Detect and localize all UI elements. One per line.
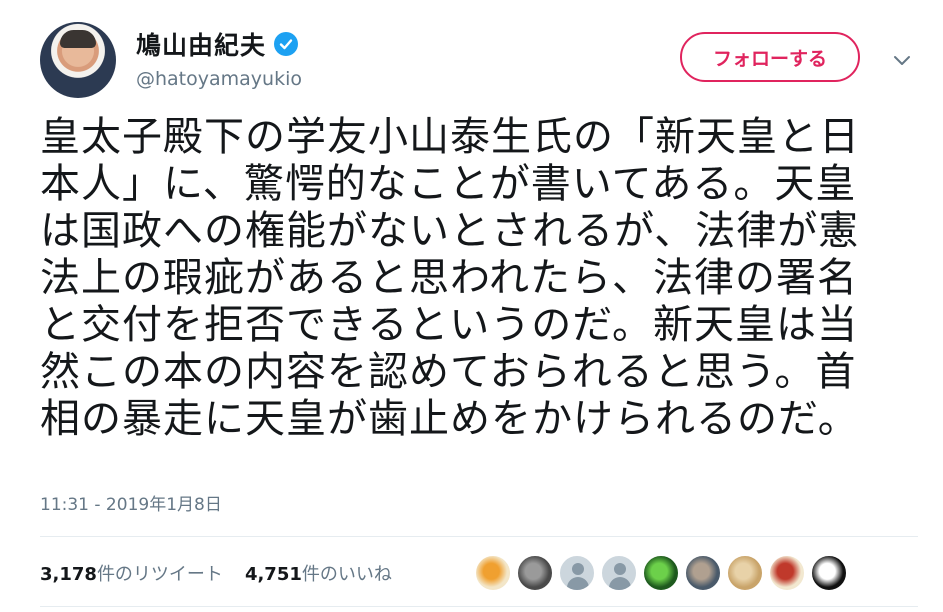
tweet-header: 鳩山由紀夫 @hatoyamayukio フォローする xyxy=(40,20,920,100)
liker-avatar[interactable] xyxy=(516,554,554,592)
divider-top xyxy=(40,536,918,537)
verified-badge-icon xyxy=(274,32,299,56)
display-name[interactable]: 鳩山由紀夫 xyxy=(136,26,266,62)
retweets-count: 3,178 xyxy=(40,564,97,585)
more-options-chevron-down-icon[interactable] xyxy=(890,48,914,72)
tweet-stats: 3,178件のリツイート 4,751件のいいね xyxy=(40,560,392,586)
liker-avatar[interactable] xyxy=(684,554,722,592)
name-row: 鳩山由紀夫 xyxy=(136,26,299,62)
liker-avatar[interactable] xyxy=(768,554,806,592)
liker-avatar[interactable] xyxy=(726,554,764,592)
likes-count: 4,751 xyxy=(244,564,302,585)
avatar-hair xyxy=(60,30,96,48)
divider-bottom xyxy=(40,606,918,607)
retweets-stat[interactable]: 3,178件のリツイート xyxy=(40,560,223,586)
liker-avatar[interactable] xyxy=(810,554,848,592)
liker-avatar[interactable] xyxy=(474,554,512,592)
liker-avatar[interactable] xyxy=(600,554,638,592)
likes-stat[interactable]: 4,751件のいいね xyxy=(245,560,392,586)
liker-avatars xyxy=(474,554,848,592)
likes-label: 件のいいね xyxy=(301,564,392,585)
liker-avatar[interactable] xyxy=(558,554,596,592)
liker-avatar[interactable] xyxy=(642,554,680,592)
tweet-text: 皇太子殿下の学友小山泰生氏の「新天皇と日 本人」に、驚愕的なことが書いてある。天… xyxy=(40,114,860,442)
retweets-label: 件のリツイート xyxy=(96,564,223,585)
user-handle[interactable]: @hatoyamayukio xyxy=(136,68,302,90)
user-avatar[interactable] xyxy=(40,22,116,98)
follow-button[interactable]: フォローする xyxy=(680,32,860,82)
tweet-timestamp[interactable]: 11:31 - 2019年1月8日 xyxy=(40,490,222,515)
